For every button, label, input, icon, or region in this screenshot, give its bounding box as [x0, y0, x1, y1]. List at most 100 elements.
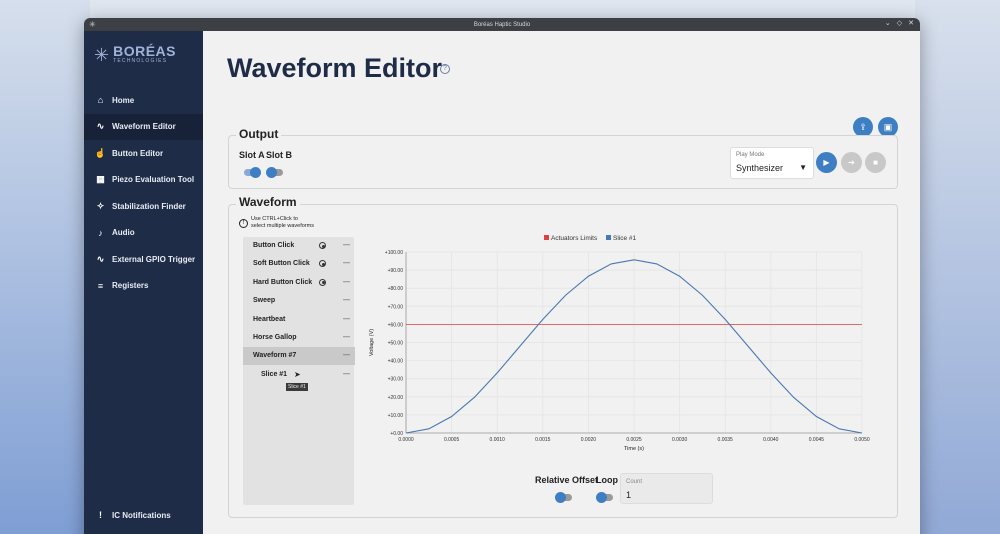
more-icon[interactable]: —: [343, 352, 350, 359]
stop-icon: ■: [873, 158, 878, 167]
more-icon[interactable]: —: [343, 279, 350, 286]
legend-label: Slice #1: [613, 235, 637, 242]
more-icon[interactable]: —: [343, 334, 350, 341]
sidebar-item-label: Button Editor: [112, 148, 164, 158]
slot-b-label: Slot B: [266, 150, 292, 160]
radio-icon[interactable]: [319, 260, 326, 268]
play-button[interactable]: ▶: [816, 152, 837, 173]
step-button[interactable]: ➔: [841, 152, 862, 173]
more-icon[interactable]: —: [343, 371, 350, 378]
maximize-icon[interactable]: ◇: [897, 19, 902, 27]
waveform-list-item[interactable]: Waveform #7 —: [243, 347, 355, 366]
radio-icon[interactable]: [319, 278, 326, 286]
hint-line-2: select multiple waveforms: [251, 222, 314, 229]
sidebar: ✳ BORÉAS TECHNOLOGIES ⌂ Home ∿ Waveform Edi…: [84, 31, 203, 534]
slice-tooltip: Slice #1: [286, 383, 308, 391]
window-title: Boréas Haptic Studio: [473, 21, 531, 28]
waveform-list-item[interactable]: Hard Button Click —: [243, 274, 355, 292]
waveform-item-label: Button Click: [253, 242, 295, 249]
waveform-item-label: Sweep: [253, 297, 276, 305]
waveform-list-item[interactable]: Horse Gallop —: [243, 329, 355, 347]
y-tick-label: +50.00: [388, 341, 404, 347]
brand-name: BORÉAS: [113, 43, 176, 59]
slot-b-toggle[interactable]: [266, 166, 283, 178]
x-tick-label: 0.0040: [763, 437, 779, 443]
count-field[interactable]: Count 1: [620, 473, 713, 504]
desktop-background-right: [915, 0, 1000, 534]
sidebar-item-label: Registers: [112, 281, 149, 291]
more-icon[interactable]: —: [343, 242, 350, 249]
desktop-background-left: [0, 0, 90, 534]
sidebar-nav: ⌂ Home ∿ Waveform Editor ☝ Button Editor ▦ Piez…: [84, 87, 203, 299]
y-tick-label: +40.00: [388, 359, 404, 365]
help-icon[interactable]: ?: [440, 64, 450, 74]
stop-button[interactable]: ■: [865, 152, 886, 173]
list-icon: ≡: [97, 280, 104, 291]
x-tick-label: 0.0030: [672, 437, 688, 443]
x-tick-label: 0.0025: [626, 437, 642, 443]
x-tick-label: 0.0050: [854, 437, 870, 443]
close-icon[interactable]: ✕: [908, 19, 914, 27]
info-icon: !: [239, 219, 248, 228]
more-icon[interactable]: —: [343, 316, 350, 323]
waveform-item-label: Hard Button Click: [253, 278, 313, 286]
music-icon: ♪: [98, 227, 103, 238]
x-tick-label: 0.0005: [444, 437, 460, 443]
sidebar-item-waveform-editor[interactable]: ∿ Waveform Editor: [84, 113, 203, 140]
sidebar-item-label: IC Notifications: [112, 510, 171, 520]
sidebar-item-settings[interactable]: ⚙Settings: [84, 529, 203, 534]
count-label: Count: [626, 479, 643, 485]
waveform-item-label: Slice #1: [261, 370, 288, 378]
loop-toggle[interactable]: [596, 491, 613, 503]
sidebar-item-label: Home: [112, 95, 135, 105]
y-tick-label: +30.00: [388, 377, 404, 383]
play-mode-label: Play Mode: [736, 152, 765, 158]
alert-icon: !: [99, 510, 102, 521]
play-mode-select[interactable]: Play Mode Synthesizer ▼: [730, 147, 814, 179]
chevron-down-icon: ▼: [799, 163, 807, 172]
loop-label: Loop: [596, 475, 618, 485]
sidebar-item-button-editor[interactable]: ☝ Button Editor: [84, 140, 203, 167]
relative-offset-toggle[interactable]: [555, 491, 572, 503]
upload-button[interactable]: ⇪: [853, 117, 873, 137]
legend-swatch: [606, 235, 611, 240]
y-tick-label: +60.00: [388, 322, 404, 328]
waveform-list-item[interactable]: Sweep —: [243, 292, 355, 310]
x-tick-label: 0.0000: [398, 437, 414, 443]
x-axis-label: Time (s): [624, 446, 644, 452]
waveform-list-item[interactable]: Heartbeat —: [243, 311, 355, 329]
sidebar-item-stabilization-finder[interactable]: ✧ Stabilization Finder: [84, 193, 203, 220]
x-tick-label: 0.0045: [809, 437, 825, 443]
minimize-icon[interactable]: ⌄: [885, 19, 891, 27]
brand-logo: ✳ BORÉAS TECHNOLOGIES: [94, 43, 176, 64]
waveform-item-label: Heartbeat: [253, 315, 286, 323]
sidebar-item-audio[interactable]: ♪ Audio: [84, 220, 203, 247]
multi-select-hint: Use CTRL+Click to select multiple wavefo…: [251, 216, 314, 229]
slot-a-toggle[interactable]: [244, 166, 261, 178]
x-tick-label: 0.0010: [490, 437, 506, 443]
upload-icon: ⇪: [859, 122, 867, 132]
sidebar-item-label: Audio: [112, 228, 135, 238]
x-tick-label: 0.0015: [535, 437, 551, 443]
more-icon[interactable]: —: [343, 297, 350, 304]
title-bar: ✳ Boréas Haptic Studio ⌄ ◇ ✕: [84, 18, 920, 31]
chart-icon: ▦: [96, 174, 105, 185]
radio-icon[interactable]: [319, 242, 326, 249]
waveform-list-item[interactable]: Button Click —: [243, 237, 355, 255]
save-button[interactable]: ▣: [878, 117, 898, 137]
waveform-list-item[interactable]: Soft Button Click —: [243, 255, 355, 273]
sidebar-item-registers[interactable]: ≡ Registers: [84, 273, 203, 300]
sidebar-item-label: External GPIO Trigger: [112, 254, 196, 264]
more-icon[interactable]: —: [343, 260, 350, 267]
app-window: ✳ Boréas Haptic Studio ⌄ ◇ ✕ ✳ BORÉAS TE…: [84, 18, 920, 534]
sidebar-item-piezo-evaluation-tool[interactable]: ▦ Piezo Evaluation Tool: [84, 167, 203, 194]
sidebar-item-home[interactable]: ⌂ Home: [84, 87, 203, 114]
sidebar-item-external-gpio-trigger[interactable]: ∿ External GPIO Trigger: [84, 246, 203, 273]
waveform-chart[interactable]: +0.00+10.00+20.00+30.00+40.00+50.00+60.0…: [354, 230, 874, 460]
relative-offset-label: Relative Offset: [535, 475, 599, 485]
sidebar-nav-bottom: ! IC Notifications ⚙Settings: [84, 502, 203, 534]
home-icon: ⌂: [97, 95, 104, 106]
slot-a-label: Slot A: [239, 150, 265, 160]
sidebar-item-ic-notifications[interactable]: ! IC Notifications: [84, 502, 203, 529]
y-tick-label: +20.00: [388, 395, 404, 401]
